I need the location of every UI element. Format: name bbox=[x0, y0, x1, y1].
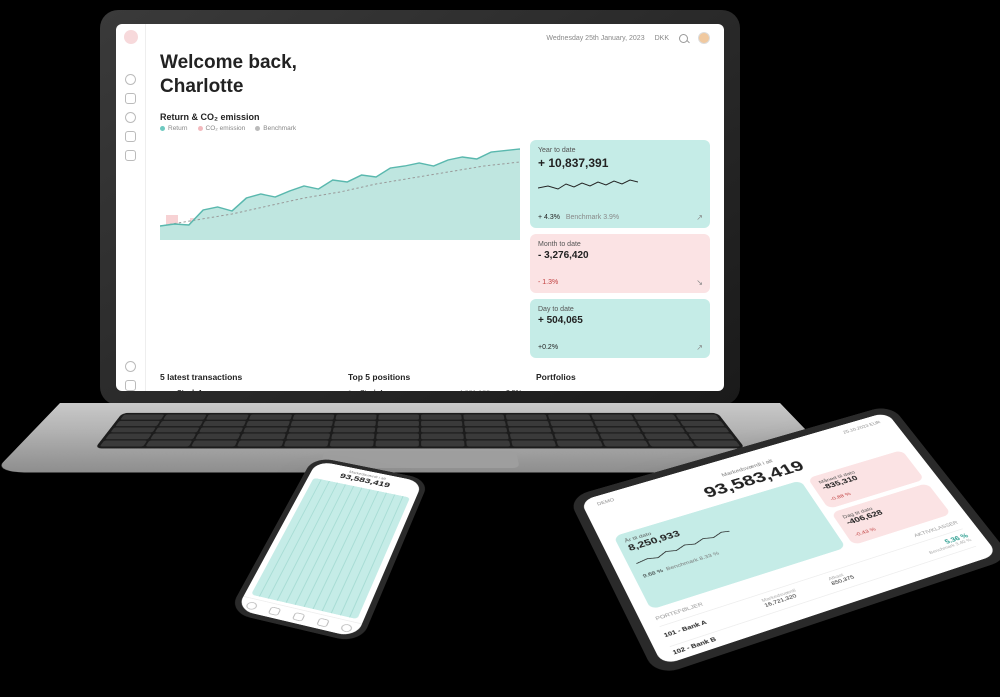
date-label: Wednesday 25th January, 2023 bbox=[546, 35, 644, 42]
tab-chart-icon[interactable] bbox=[292, 612, 306, 622]
nav-home-icon[interactable] bbox=[125, 74, 136, 85]
transaction-row[interactable]: ↑Stock ASal · 25.06.2022+ 1,553,223 bbox=[160, 388, 334, 391]
kpi-mtd-sub: - 1.3% bbox=[538, 279, 702, 286]
nav-settings-icon[interactable] bbox=[125, 361, 136, 372]
nav-help-icon[interactable] bbox=[125, 380, 136, 391]
portfolio-row[interactable]: Bank A3,024,771+ 3.78 % bbox=[536, 388, 710, 391]
kpi-ytd[interactable]: Year to date + 10,837,391 + 4.3% Benchma… bbox=[530, 140, 710, 228]
tab-profile-icon[interactable] bbox=[340, 623, 354, 633]
tx-name: Stock A bbox=[177, 390, 217, 391]
expand-icon[interactable]: ↗ bbox=[696, 213, 703, 222]
transactions-title: 5 latest transactions bbox=[160, 372, 334, 382]
kpi-dtd[interactable]: Day to date + 504,065 +0.2% ↗ bbox=[530, 299, 710, 358]
kpi-mtd-label: Month to date bbox=[538, 241, 702, 248]
kpi-ytd-label: Year to date bbox=[538, 147, 702, 154]
legend-co2: CO₂ emission bbox=[198, 125, 246, 132]
transactions-panel: 5 latest transactions ↑Stock ASal · 25.0… bbox=[160, 372, 334, 391]
portfolios-panel: Portfolios Bank A3,024,771+ 3.78 %Bank B… bbox=[536, 372, 710, 391]
kpi-column: Year to date + 10,837,391 + 4.3% Benchma… bbox=[530, 140, 710, 358]
nav-portfolio-icon[interactable] bbox=[125, 93, 136, 104]
currency-selector[interactable]: DKK bbox=[655, 35, 669, 42]
main-content: Wednesday 25th January, 2023 DKK Welcome… bbox=[146, 24, 724, 391]
arrow-up-icon: ↑ bbox=[160, 391, 172, 392]
kpi-mtd[interactable]: Month to date - 3,276,420 - 1.3% ↘ bbox=[530, 234, 710, 293]
laptop-bezel: Wednesday 25th January, 2023 DKK Welcome… bbox=[100, 10, 740, 405]
kpi-ytd-value: + 10,837,391 bbox=[538, 156, 702, 170]
nav-clock-icon[interactable] bbox=[125, 112, 136, 123]
kpi-dtd-sub: +0.2% bbox=[538, 344, 702, 351]
expand-icon[interactable]: ↗ bbox=[696, 343, 703, 352]
topbar: Wednesday 25th January, 2023 DKK bbox=[160, 32, 710, 44]
tab-search-icon[interactable] bbox=[316, 618, 330, 628]
positions-title: Top 5 positions bbox=[348, 372, 522, 382]
tab-list-icon[interactable] bbox=[268, 607, 282, 617]
pos-pct: 3.5% bbox=[496, 390, 522, 391]
laptop-mockup: Wednesday 25th January, 2023 DKK Welcome… bbox=[60, 10, 780, 510]
greeting-line2: Charlotte bbox=[160, 76, 710, 98]
portfolios-title: Portfolios bbox=[536, 372, 710, 382]
position-row[interactable]: 1Stock A4,621,1323.5% bbox=[348, 388, 522, 391]
pos-name: Stock A bbox=[360, 390, 446, 391]
kpi-mtd-value: - 3,276,420 bbox=[538, 250, 702, 261]
app-logo-icon[interactable] bbox=[124, 30, 138, 44]
kpi-dtd-value: + 504,065 bbox=[538, 315, 702, 326]
chart-legend: Return CO₂ emission Benchmark bbox=[160, 125, 710, 132]
nav-transfer-icon[interactable] bbox=[125, 150, 136, 161]
app-window: Wednesday 25th January, 2023 DKK Welcome… bbox=[116, 24, 724, 391]
legend-benchmark: Benchmark bbox=[255, 125, 296, 132]
sidebar bbox=[116, 24, 146, 391]
search-icon[interactable] bbox=[679, 34, 688, 43]
tablet-ytd-sub: 9.68 % bbox=[642, 568, 664, 579]
main-chart[interactable] bbox=[160, 140, 520, 240]
legend-return: Return bbox=[160, 125, 188, 132]
pos-value: 4,621,132 bbox=[452, 390, 490, 391]
nav-search-icon[interactable] bbox=[125, 131, 136, 142]
chart-title: Return & CO₂ emission bbox=[160, 112, 710, 122]
kpi-ytd-sub: + 4.3% bbox=[538, 214, 560, 221]
sparkline bbox=[538, 176, 638, 194]
kpi-dtd-label: Day to date bbox=[538, 306, 702, 313]
avatar[interactable] bbox=[698, 32, 710, 44]
positions-panel: Top 5 positions 1Stock A4,621,1323.5%2St… bbox=[348, 372, 522, 391]
kpi-ytd-bench: Benchmark 3.9% bbox=[566, 214, 619, 221]
greeting-line1: Welcome back, bbox=[160, 52, 710, 74]
trend-down-icon: ↘ bbox=[696, 278, 703, 287]
keyboard bbox=[95, 413, 745, 449]
tab-home-icon[interactable] bbox=[245, 601, 259, 610]
